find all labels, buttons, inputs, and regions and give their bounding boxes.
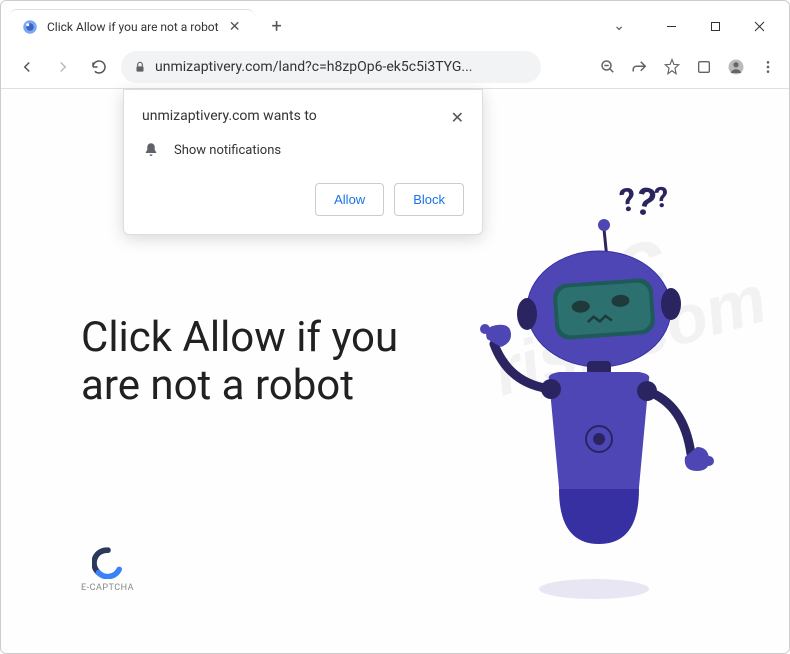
page-content: pc risk.com unmizaptivery.com wants to ✕… — [1, 89, 789, 653]
window-controls: ⌄ — [613, 10, 781, 42]
chevron-down-icon[interactable]: ⌄ — [613, 18, 625, 34]
bell-icon — [142, 141, 160, 159]
toolbar: unmizaptivery.com/land?c=h8zpOp6-ek5c5i3… — [1, 45, 789, 89]
address-bar[interactable]: unmizaptivery.com/land?c=h8zpOp6-ek5c5i3… — [121, 51, 541, 83]
profile-icon[interactable] — [727, 58, 745, 76]
close-button[interactable] — [737, 10, 781, 42]
question-marks-icon: ??? — [620, 181, 669, 225]
notification-prompt: unmizaptivery.com wants to ✕ Show notifi… — [123, 89, 483, 235]
captcha-label: E-CAPTCHA — [81, 583, 134, 593]
menu-icon[interactable] — [759, 58, 777, 76]
title-bar: Click Allow if you are not a robot ✕ + ⌄ — [1, 1, 789, 45]
lock-icon — [133, 60, 147, 74]
prompt-site-text: unmizaptivery.com wants to — [142, 108, 317, 124]
robot-illustration: ??? — [459, 209, 719, 609]
new-tab-button[interactable]: + — [263, 12, 291, 40]
tab-close-icon[interactable]: ✕ — [227, 19, 243, 35]
prompt-close-icon[interactable]: ✕ — [451, 108, 464, 127]
forward-button[interactable] — [49, 53, 77, 81]
share-icon[interactable] — [631, 58, 649, 76]
reload-button[interactable] — [85, 53, 113, 81]
browser-window: Click Allow if you are not a robot ✕ + ⌄ — [0, 0, 790, 654]
favicon-icon — [21, 18, 39, 36]
extensions-icon[interactable] — [695, 58, 713, 76]
captcha-badge: E-CAPTCHA — [81, 547, 134, 593]
minimize-button[interactable] — [649, 10, 693, 42]
bookmark-icon[interactable] — [663, 58, 681, 76]
page-headline: Click Allow if you are not a robot — [81, 314, 441, 411]
zoom-icon[interactable] — [599, 58, 617, 76]
back-button[interactable] — [13, 53, 41, 81]
url-text: unmizaptivery.com/land?c=h8zpOp6-ek5c5i3… — [155, 59, 529, 75]
allow-button[interactable]: Allow — [315, 183, 384, 216]
prompt-permission-text: Show notifications — [174, 143, 281, 158]
tab-title: Click Allow if you are not a robot — [47, 20, 219, 34]
toolbar-right — [599, 58, 777, 76]
captcha-icon — [92, 547, 124, 579]
browser-tab[interactable]: Click Allow if you are not a robot ✕ — [9, 9, 255, 44]
maximize-button[interactable] — [693, 10, 737, 42]
block-button[interactable]: Block — [394, 183, 464, 216]
